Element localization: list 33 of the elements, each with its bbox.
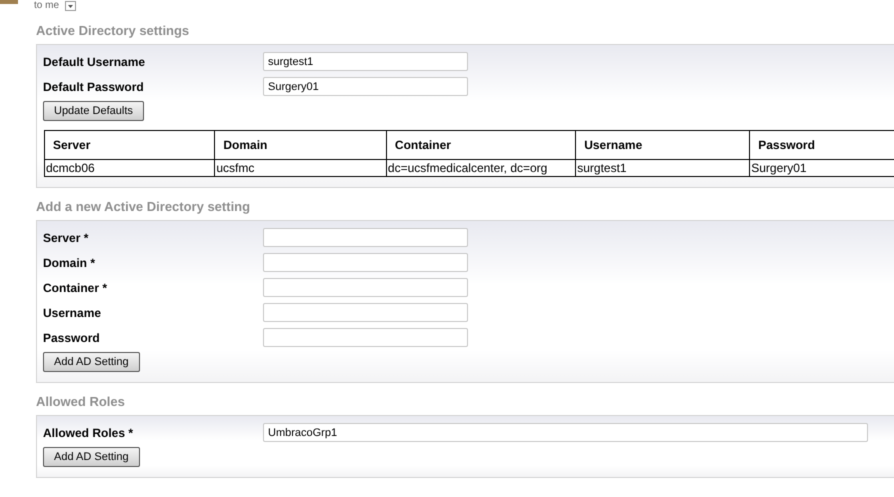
recipient-text: to me (34, 0, 60, 12)
field-label: Allowed Roles * (43, 426, 134, 440)
section-heading: Active Directory settings (36, 23, 190, 38)
table-cell: Surgery01 (750, 160, 894, 176)
text-input[interactable] (263, 228, 468, 247)
field-label: Server * (43, 230, 90, 244)
add-setting-button[interactable]: Add AD Setting (43, 352, 140, 372)
text-input[interactable] (263, 253, 468, 272)
table-cell: dcmcb06 (44, 160, 215, 176)
section-heading: Allowed Roles (36, 394, 126, 409)
field-label: Password (43, 330, 101, 344)
table-cell: surgtest1 (576, 160, 750, 176)
field-label: Username (43, 306, 102, 320)
field-label: Default Password (43, 80, 145, 94)
text-input[interactable]: UmbracoGrp1 (263, 423, 868, 442)
column-header: Username (576, 130, 750, 160)
update-defaults-button[interactable]: Update Defaults (43, 101, 144, 121)
table-cell: dc=ucsfmedicalcenter, dc=org (386, 160, 576, 176)
column-header: Server (44, 130, 215, 160)
text-input[interactable]: Surgery01 (263, 77, 468, 96)
text-input[interactable] (263, 303, 468, 322)
field-label: Container * (43, 280, 108, 294)
text-input[interactable]: surgtest1 (263, 52, 468, 71)
column-header: Domain (214, 130, 386, 160)
field-label: Default Username (43, 54, 146, 68)
text-input[interactable] (263, 278, 468, 297)
table-cell: ucsfmc (214, 160, 386, 176)
section-heading: Add a new Active Directory setting (36, 199, 252, 214)
add-setting-button[interactable]: Add AD Setting (43, 447, 140, 467)
column-header: Container (386, 130, 576, 160)
dropdown-icon[interactable] (65, 1, 76, 11)
text-input[interactable] (263, 328, 468, 347)
field-label: Domain * (43, 256, 96, 270)
